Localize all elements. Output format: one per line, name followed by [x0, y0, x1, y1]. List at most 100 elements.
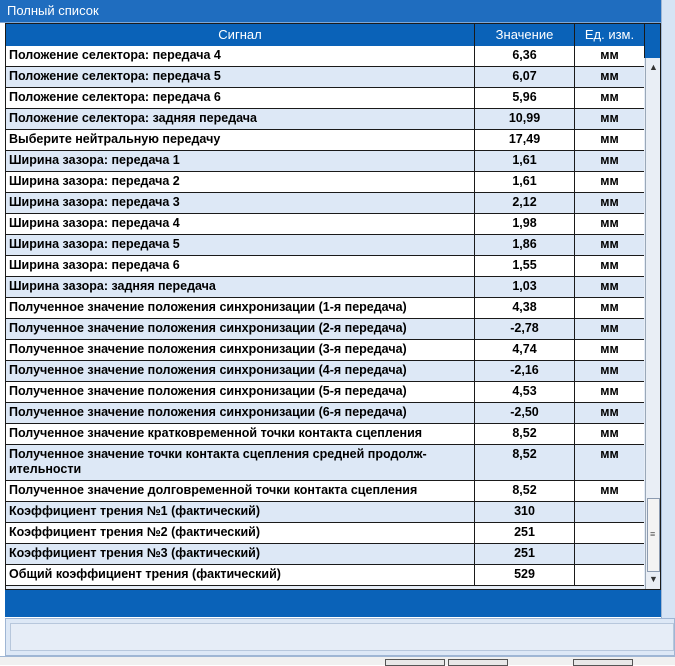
value-cell: 6,07 — [475, 67, 575, 87]
bottom-button-1[interactable] — [385, 659, 445, 666]
unit-cell: мм — [600, 195, 619, 209]
window-title: Полный список — [7, 3, 99, 18]
table-row[interactable]: Общий коэффициент трения (фактический) 52… — [6, 565, 644, 586]
unit-cell: мм — [600, 300, 619, 314]
signal-cell: Ширина зазора: передача 2 — [6, 172, 475, 192]
table-row[interactable]: Полученное значение положения синхрониза… — [6, 403, 644, 424]
table-row[interactable]: Ширина зазора: передача 2 1,61 мм — [6, 172, 644, 193]
table-row[interactable]: Ширина зазора: передача 1 1,61 мм — [6, 151, 644, 172]
signal-cell: Ширина зазора: задняя передача — [6, 277, 475, 297]
window-right-border — [661, 0, 675, 620]
table-row[interactable]: Коэффициент трения №1 (фактический) 310 — [6, 502, 644, 523]
unit-cell: мм — [600, 258, 619, 272]
signal-cell: Полученное значение кратковременной точк… — [6, 424, 475, 444]
vertical-scrollbar[interactable]: ▲ ≡ ▼ — [645, 58, 660, 589]
signal-table: Сигнал Значение Ед. изм. Положение селек… — [5, 23, 661, 590]
value-cell: 1,55 — [475, 256, 575, 276]
value-cell: 17,49 — [475, 130, 575, 150]
scrollbar-thumb[interactable]: ≡ — [647, 498, 660, 572]
table-row[interactable]: Полученное значение долговременной точки… — [6, 481, 644, 502]
unit-cell: мм — [600, 447, 619, 461]
unit-cell: мм — [600, 363, 619, 377]
signal-cell: Положение селектора: передача 4 — [6, 46, 475, 66]
bottom-button-3[interactable] — [573, 659, 633, 666]
signal-cell: Ширина зазора: передача 6 — [6, 256, 475, 276]
value-cell: 4,38 — [475, 298, 575, 318]
signal-cell: Положение селектора: задняя передача — [6, 109, 475, 129]
unit-cell: мм — [600, 384, 619, 398]
signal-cell: Полученное значение долговременной точки… — [6, 481, 475, 501]
signal-cell: Полученное значение положения синхрониза… — [6, 319, 475, 339]
scroll-down-icon[interactable]: ▼ — [646, 574, 660, 588]
signal-cell: Полученное значение положения синхрониза… — [6, 382, 475, 402]
signal-cell: Выберите нейтральную передачу — [6, 130, 475, 150]
bottom-button-2[interactable] — [448, 659, 508, 666]
table-row[interactable]: Коэффициент трения №2 (фактический) 251 — [6, 523, 644, 544]
unit-cell: мм — [600, 174, 619, 188]
table-row[interactable]: Положение селектора: передача 4 6,36 мм — [6, 46, 644, 67]
signal-cell: Коэффициент трения №1 (фактический) — [6, 502, 475, 522]
unit-cell: мм — [600, 69, 619, 83]
table-row[interactable]: Ширина зазора: передача 5 1,86 мм — [6, 235, 644, 256]
unit-cell: мм — [600, 405, 619, 419]
signal-cell: Полученное значение положения синхрониза… — [6, 403, 475, 423]
table-row[interactable]: Полученное значение положения синхрониза… — [6, 319, 644, 340]
value-cell: 1,86 — [475, 235, 575, 255]
value-cell: 1,61 — [475, 151, 575, 171]
unit-cell: мм — [600, 132, 619, 146]
value-cell: 251 — [475, 544, 575, 564]
table-row[interactable]: Ширина зазора: передача 4 1,98 мм — [6, 214, 644, 235]
window-titlebar: Полный список — [0, 0, 661, 23]
value-cell: -2,50 — [475, 403, 575, 423]
table-row[interactable]: Выберите нейтральную передачу 17,49 мм — [6, 130, 644, 151]
value-cell: 4,53 — [475, 382, 575, 402]
value-cell: 4,74 — [475, 340, 575, 360]
table-row[interactable]: Полученное значение положения синхрониза… — [6, 298, 644, 319]
value-cell: 251 — [475, 523, 575, 543]
signal-cell: Полученное значение положения синхрониза… — [6, 298, 475, 318]
table-row[interactable]: Ширина зазора: передача 3 2,12 мм — [6, 193, 644, 214]
unit-cell: мм — [600, 48, 619, 62]
table-row[interactable]: Положение селектора: передача 5 6,07 мм — [6, 67, 644, 88]
table-row[interactable]: Ширина зазора: передача 6 1,55 мм — [6, 256, 644, 277]
unit-cell — [575, 544, 644, 564]
table-row[interactable]: Полученное значение положения синхрониза… — [6, 340, 644, 361]
unit-cell — [575, 565, 644, 585]
status-panel — [5, 618, 675, 656]
table-row[interactable]: Полученное значение положения синхрониза… — [6, 382, 644, 403]
value-cell: 10,99 — [475, 109, 575, 129]
table-row[interactable]: Положение селектора: задняя передача 10,9… — [6, 109, 644, 130]
value-cell: 2,12 — [475, 193, 575, 213]
unit-cell: мм — [600, 237, 619, 251]
value-cell: 8,52 — [475, 445, 575, 480]
unit-cell: мм — [600, 153, 619, 167]
value-cell: 1,61 — [475, 172, 575, 192]
grip-icon: ≡ — [650, 529, 656, 539]
table-row[interactable]: Ширина зазора: задняя передача 1,03 мм — [6, 277, 644, 298]
table-row[interactable]: Коэффициент трения №3 (фактический) 251 — [6, 544, 644, 565]
signal-cell: Коэффициент трения №3 (фактический) — [6, 544, 475, 564]
value-cell: 529 — [475, 565, 575, 585]
column-header-spacer — [645, 24, 660, 58]
signal-cell: Общий коэффициент трения (фактический) — [6, 565, 475, 585]
unit-cell: мм — [600, 321, 619, 335]
table-row[interactable]: Положение селектора: передача 6 5,96 мм — [6, 88, 644, 109]
table-row[interactable]: Полученное значение кратковременной точк… — [6, 424, 644, 445]
value-cell: 1,03 — [475, 277, 575, 297]
signal-cell: Положение селектора: передача 6 — [6, 88, 475, 108]
unit-cell: мм — [600, 216, 619, 230]
signal-cell: Ширина зазора: передача 4 — [6, 214, 475, 234]
signal-cell: Ширина зазора: передача 3 — [6, 193, 475, 213]
value-cell: -2,16 — [475, 361, 575, 381]
unit-cell: мм — [600, 111, 619, 125]
table-row[interactable]: Полученное значение положения синхрониза… — [6, 361, 644, 382]
value-cell: 6,36 — [475, 46, 575, 66]
value-cell: -2,78 — [475, 319, 575, 339]
scroll-up-icon[interactable]: ▲ — [646, 62, 660, 76]
signal-cell: Ширина зазора: передача 1 — [6, 151, 475, 171]
table-row[interactable]: Полученное значение точки контакта сцепл… — [6, 445, 644, 481]
value-cell: 1,98 — [475, 214, 575, 234]
unit-cell: мм — [600, 483, 619, 497]
signal-cell: Коэффициент трения №2 (фактический) — [6, 523, 475, 543]
signal-cell: Ширина зазора: передача 5 — [6, 235, 475, 255]
